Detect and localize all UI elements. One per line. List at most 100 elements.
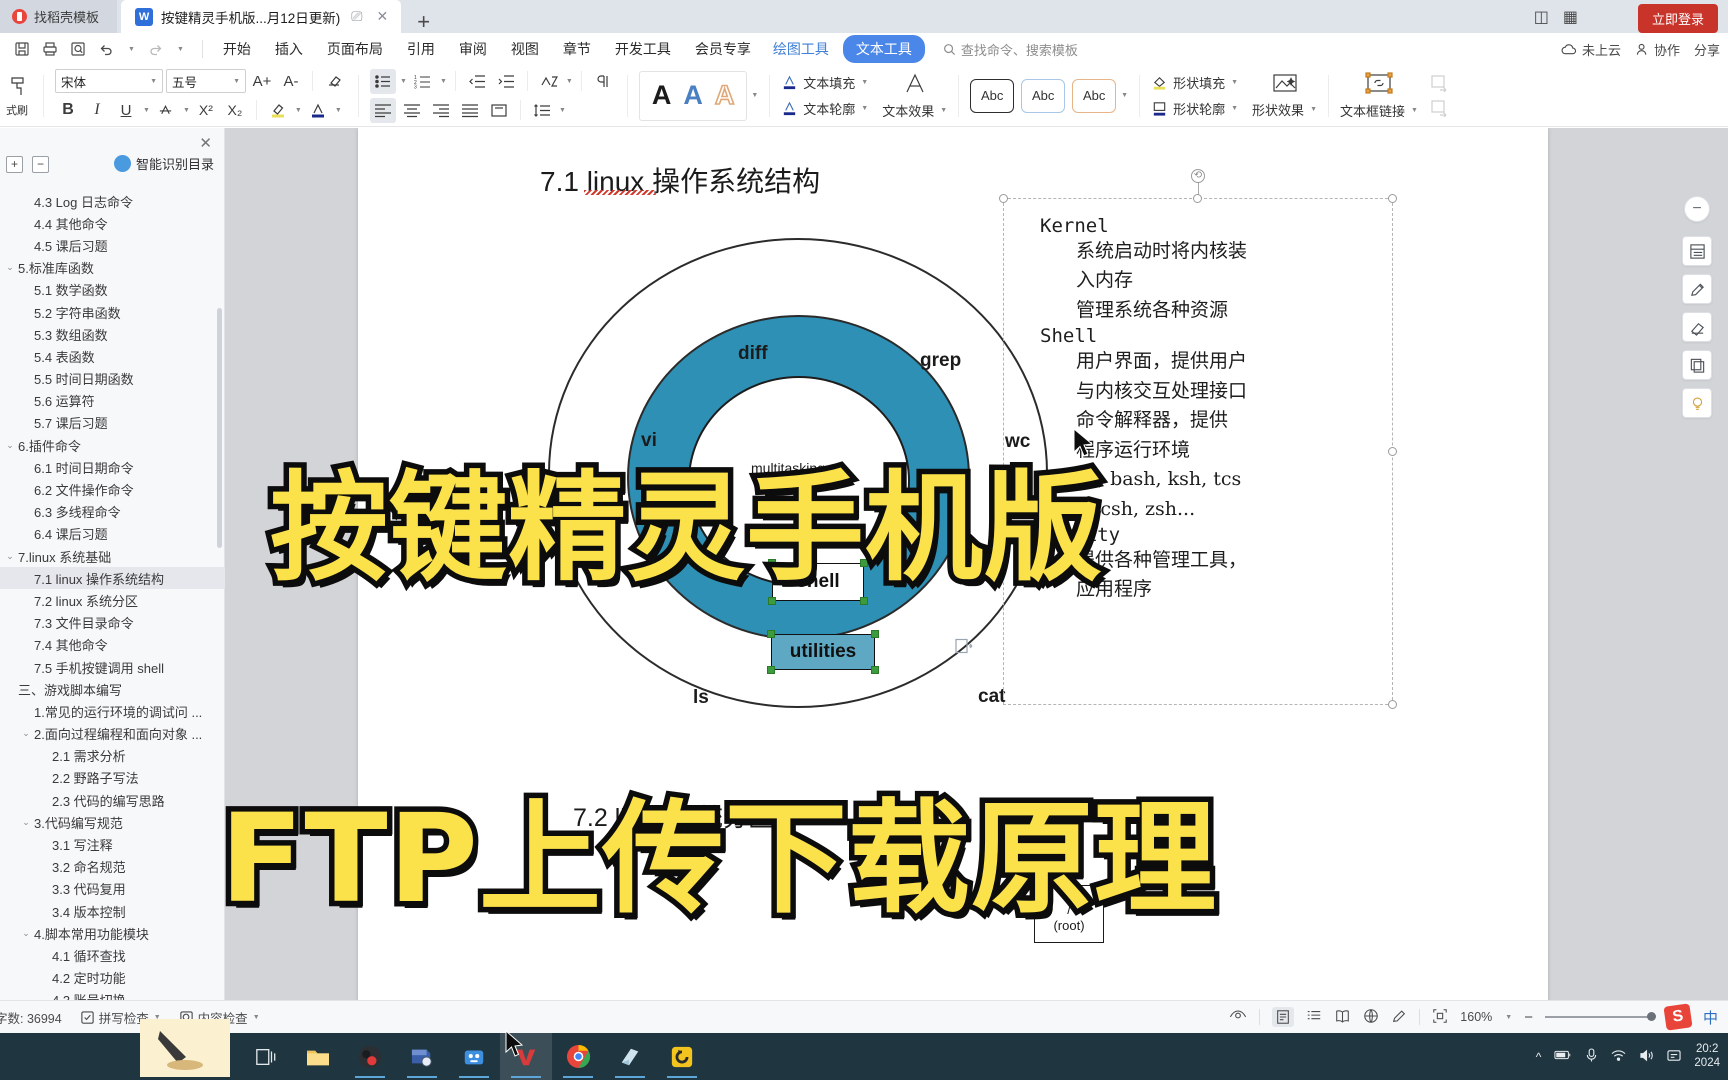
undo-dropdown-icon[interactable]: ▼ bbox=[128, 46, 135, 53]
highlight-color-icon[interactable] bbox=[265, 98, 291, 123]
outline-item[interactable]: 2.1 需求分析 bbox=[0, 745, 225, 767]
diagram-utilities-box[interactable]: utilities bbox=[771, 634, 875, 670]
justify-icon[interactable] bbox=[457, 98, 483, 123]
menu-item-text-tools[interactable]: 文本工具 bbox=[842, 35, 925, 63]
clock-time[interactable]: 20:2 bbox=[1696, 1043, 1718, 1055]
outline-item[interactable]: 4.3 账号切换 bbox=[0, 989, 225, 1000]
sort-ascending-icon[interactable] bbox=[536, 69, 562, 94]
share-button[interactable]: 分享 bbox=[1694, 40, 1720, 59]
tab-find-template[interactable]: 找稻壳模板 bbox=[0, 0, 118, 33]
numbered-list-icon[interactable]: 123 bbox=[410, 69, 436, 94]
collapse-rail-icon[interactable]: − bbox=[1684, 196, 1710, 222]
copy-icon[interactable] bbox=[1682, 350, 1712, 380]
shape-style-3[interactable]: Abc bbox=[1072, 78, 1117, 113]
print-preview-icon[interactable] bbox=[70, 41, 86, 57]
textbox-link-icon[interactable] bbox=[1364, 71, 1394, 97]
menu-item-view[interactable]: 视图 bbox=[499, 35, 551, 63]
menu-item-start[interactable]: 开始 bbox=[211, 35, 263, 63]
distribute-icon[interactable] bbox=[486, 98, 512, 123]
zoom-out-button[interactable]: − bbox=[1524, 1009, 1533, 1026]
outline-view-icon[interactable] bbox=[1306, 1008, 1322, 1027]
outline-item[interactable]: 三、游戏脚本编写 bbox=[0, 678, 225, 700]
sogou-ime-icon[interactable]: S bbox=[1663, 1003, 1693, 1031]
shape-outline-button[interactable]: 形状轮廓 ▼ bbox=[1151, 99, 1238, 118]
superscript-button[interactable]: X² bbox=[193, 98, 219, 123]
command-search[interactable]: 查找命令、搜索模板 bbox=[943, 40, 1078, 59]
cloud-status[interactable]: 未上云 bbox=[1561, 40, 1621, 59]
outline-item[interactable]: 5.4 表函数 bbox=[0, 345, 225, 367]
font-color-icon[interactable] bbox=[305, 98, 331, 123]
outline-item[interactable]: 6.4 课后习题 bbox=[0, 523, 225, 545]
shape-effects-button[interactable]: 形状效果 ▼ bbox=[1252, 100, 1317, 119]
outline-item[interactable]: 5.5 时间日期函数 bbox=[0, 368, 225, 390]
zoom-level-label[interactable]: 160% bbox=[1460, 1010, 1492, 1024]
italic-button[interactable]: I bbox=[84, 98, 110, 123]
close-icon[interactable]: ✕ bbox=[373, 8, 391, 25]
outline-item[interactable]: 2.3 代码的编写思路 bbox=[0, 789, 225, 811]
expand-all-button[interactable]: + bbox=[6, 156, 23, 173]
subscript-button[interactable]: X₂ bbox=[222, 98, 248, 123]
print-layout-view-icon[interactable] bbox=[1272, 1007, 1295, 1027]
chevron-down-icon[interactable]: ⌄ bbox=[18, 728, 34, 739]
shrink-font-button[interactable]: A- bbox=[278, 69, 304, 94]
outline-tree[interactable]: 4.3 Log 日志命令 4.4 其他命令 4.5 课后习题 ⌄ 5.标准库函数 5.1 … bbox=[0, 190, 225, 1000]
highlight-dropdown-icon[interactable]: ▼ bbox=[295, 107, 302, 114]
shape-fill-button[interactable]: 形状填充 ▼ bbox=[1151, 73, 1238, 92]
file-explorer-icon[interactable] bbox=[292, 1033, 344, 1080]
outline-item[interactable]: ⌄ 7.linux 系统基础 bbox=[0, 545, 225, 567]
font-size-combobox[interactable]: 五号 ▼ bbox=[166, 69, 246, 93]
split-view-icon[interactable]: ◫ bbox=[1534, 7, 1549, 27]
outline-item[interactable]: 7.3 文件目录命令 bbox=[0, 612, 225, 634]
sort-dropdown-icon[interactable]: ▼ bbox=[566, 78, 573, 85]
web-layout-view-icon[interactable] bbox=[1363, 1008, 1379, 1027]
outline-item[interactable]: 5.7 课后习题 bbox=[0, 412, 225, 434]
chevron-down-icon[interactable]: ⌄ bbox=[2, 262, 18, 273]
text-effects-button[interactable]: 文本效果 ▼ bbox=[882, 101, 947, 120]
resize-handle-nw[interactable] bbox=[999, 194, 1008, 203]
outline-item[interactable]: 3.2 命名规范 bbox=[0, 856, 225, 878]
textbox-link-button[interactable]: 文本框链接 ▼ bbox=[1340, 101, 1418, 120]
decrease-indent-icon[interactable] bbox=[464, 69, 490, 94]
wordart-gallery[interactable]: A A A bbox=[638, 70, 748, 121]
outline-item[interactable]: ⌄ 5.标准库函数 bbox=[0, 257, 225, 279]
line-spacing-dropdown-icon[interactable]: ▼ bbox=[559, 107, 566, 114]
outline-item[interactable]: 6.2 文件操作命令 bbox=[0, 478, 225, 500]
collaborate-button[interactable]: 协作 bbox=[1635, 40, 1680, 59]
zoom-dropdown-icon[interactable]: ▼ bbox=[1505, 1014, 1512, 1021]
outline-item[interactable]: 4.5 课后习题 bbox=[0, 234, 225, 256]
outline-item[interactable]: 5.6 运算符 bbox=[0, 390, 225, 412]
tray-chevron-icon[interactable]: ^ bbox=[1536, 1050, 1542, 1064]
font-color-dropdown-icon[interactable]: ▼ bbox=[335, 107, 342, 114]
shape-style-1[interactable]: Abc bbox=[970, 78, 1015, 113]
outline-item[interactable]: 4.4 其他命令 bbox=[0, 212, 225, 234]
lightbulb-icon[interactable] bbox=[1682, 388, 1712, 418]
zoom-slider[interactable] bbox=[1544, 1012, 1656, 1021]
numbered-dropdown-icon[interactable]: ▼ bbox=[440, 78, 447, 85]
clear-format-icon[interactable] bbox=[321, 69, 347, 94]
outline-item[interactable]: 5.1 数学函数 bbox=[0, 279, 225, 301]
menu-item-insert[interactable]: 插入 bbox=[263, 35, 315, 63]
shape-style-more-icon[interactable]: ▼ bbox=[1121, 92, 1128, 99]
tray-battery-icon[interactable] bbox=[1554, 1049, 1572, 1064]
outline-item[interactable]: 5.3 数组函数 bbox=[0, 323, 225, 345]
wordart-style-3[interactable]: A bbox=[714, 81, 735, 110]
shape-handle[interactable] bbox=[871, 666, 879, 674]
save-icon[interactable] bbox=[14, 41, 30, 57]
shape-style-2[interactable]: Abc bbox=[1021, 78, 1066, 113]
page-thumbnail-icon[interactable] bbox=[1682, 236, 1712, 266]
outline-item[interactable]: 7.5 手机按键调用 shell bbox=[0, 656, 225, 678]
underline-button[interactable]: U bbox=[113, 98, 139, 123]
menu-item-references[interactable]: 引用 bbox=[395, 35, 447, 63]
wordart-style-2[interactable]: A bbox=[683, 82, 703, 109]
paragraph-options-icon[interactable] bbox=[955, 638, 973, 658]
task-view-icon[interactable] bbox=[240, 1033, 292, 1080]
annotate-pen-icon[interactable] bbox=[1391, 1008, 1407, 1027]
monitor-icon[interactable]: ⎚ bbox=[348, 8, 365, 25]
login-button[interactable]: 立即登录 bbox=[1637, 4, 1718, 33]
menu-item-drawing-tools[interactable]: 绘图工具 bbox=[763, 35, 839, 63]
tray-volume-icon[interactable] bbox=[1639, 1049, 1654, 1065]
align-left-icon[interactable] bbox=[370, 97, 396, 123]
outline-item[interactable]: 3.1 写注释 bbox=[0, 833, 225, 855]
eye-preview-icon[interactable] bbox=[1229, 1008, 1247, 1026]
outline-item[interactable]: ⌄ 2.面向过程编程和面向对象 ... bbox=[0, 723, 225, 745]
